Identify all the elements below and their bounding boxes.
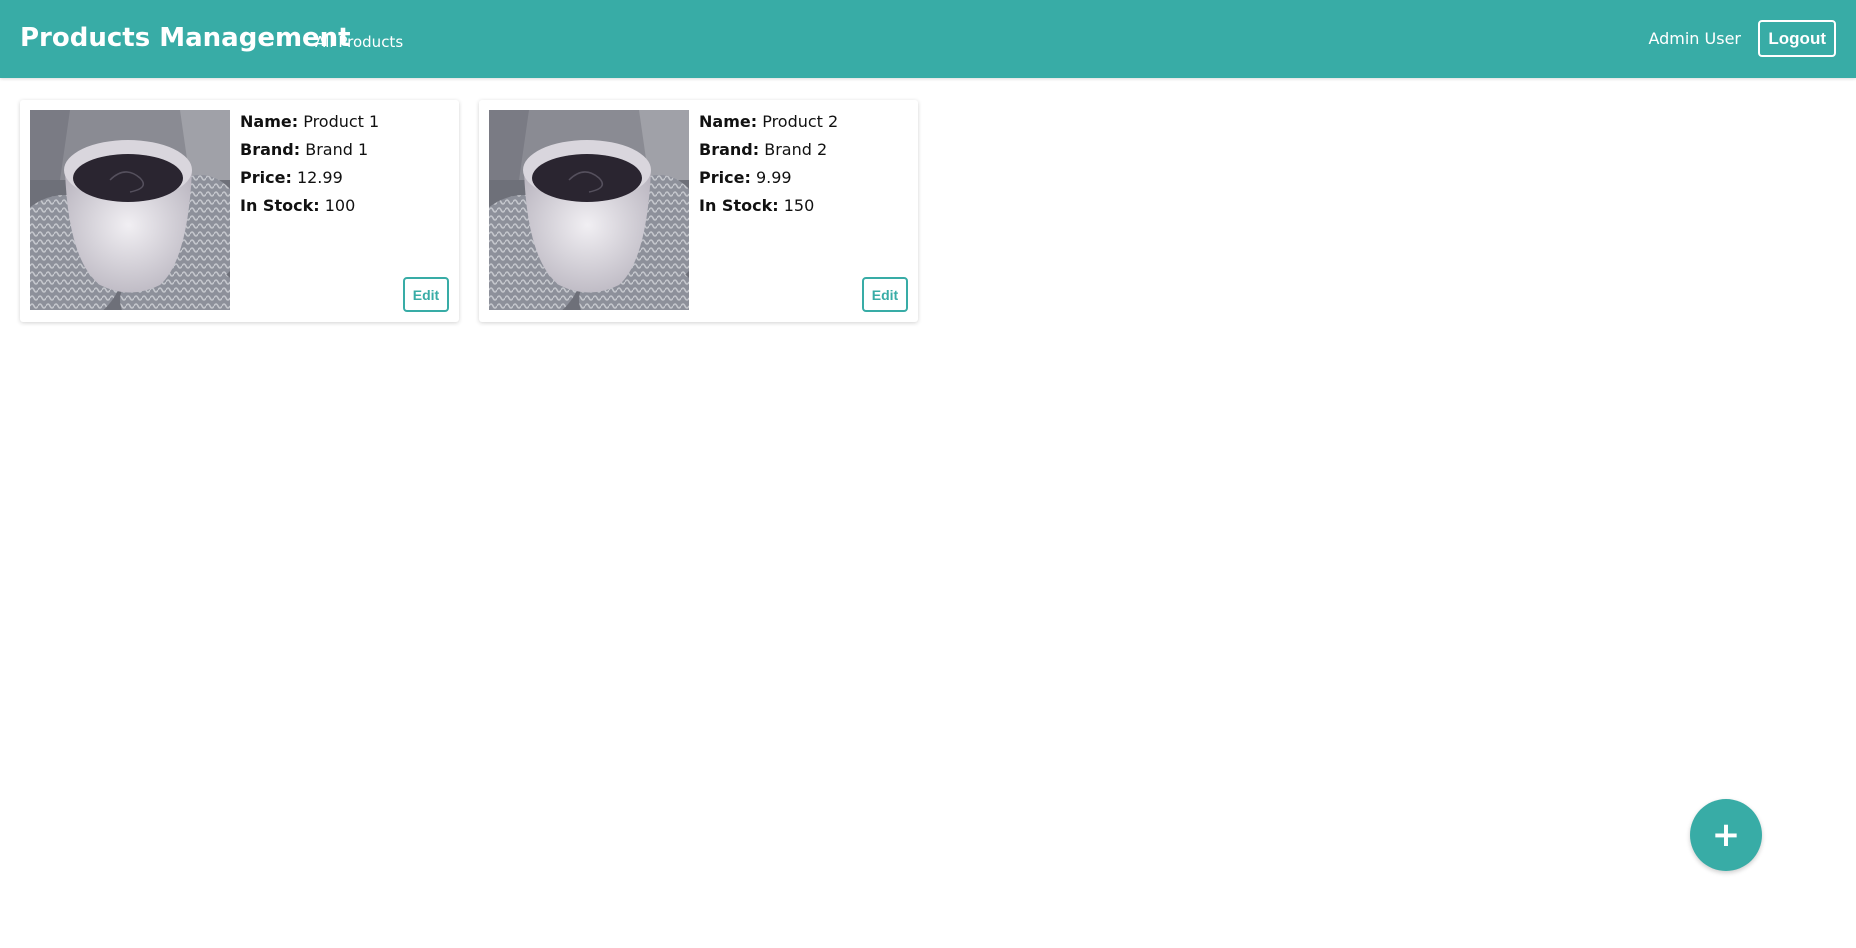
edit-button[interactable]: Edit (862, 277, 908, 312)
product-card: Name: Product 1 Brand: Brand 1 Price: 12… (20, 100, 459, 322)
product-name: Product 2 (762, 112, 839, 131)
plus-icon: + (1711, 815, 1741, 855)
user-name: Admin User (1648, 29, 1741, 48)
product-brand: Brand 1 (305, 140, 369, 159)
name-label: Name: (699, 112, 758, 131)
product-details: Name: Product 2 Brand: Brand 2 Price: 9.… (699, 108, 838, 220)
product-brand: Brand 2 (764, 140, 828, 159)
name-label: Name: (240, 112, 299, 131)
product-price: 12.99 (296, 168, 343, 187)
product-details: Name: Product 1 Brand: Brand 1 Price: 12… (240, 108, 379, 220)
stock-label: In Stock: (240, 196, 320, 215)
product-stock: 100 (324, 196, 356, 215)
brand-label: Brand: (240, 140, 301, 159)
product-name-row: Name: Product 1 (240, 108, 379, 136)
app-header: Products Management All Products Admin U… (0, 0, 1856, 78)
logout-button[interactable]: Logout (1758, 20, 1836, 57)
product-stock-row: In Stock: 100 (240, 192, 379, 220)
coffee-cup-photo (30, 110, 230, 310)
stock-label: In Stock: (699, 196, 779, 215)
product-image (489, 110, 689, 310)
coffee-cup-photo (489, 110, 689, 310)
app-title: Products Management (20, 23, 351, 53)
product-price: 9.99 (755, 168, 792, 187)
product-brand-row: Brand: Brand 1 (240, 136, 379, 164)
nav-link-all-products[interactable]: All Products (315, 33, 403, 51)
price-label: Price: (240, 168, 292, 187)
product-name-row: Name: Product 2 (699, 108, 838, 136)
product-price-row: Price: 9.99 (699, 164, 838, 192)
product-stock: 150 (783, 196, 815, 215)
product-name: Product 1 (303, 112, 380, 131)
add-product-button[interactable]: + (1690, 799, 1762, 871)
brand-label: Brand: (699, 140, 760, 159)
product-card: Name: Product 2 Brand: Brand 2 Price: 9.… (479, 100, 918, 322)
edit-button[interactable]: Edit (403, 277, 449, 312)
product-image (30, 110, 230, 310)
product-brand-row: Brand: Brand 2 (699, 136, 838, 164)
price-label: Price: (699, 168, 751, 187)
product-stock-row: In Stock: 150 (699, 192, 838, 220)
product-price-row: Price: 12.99 (240, 164, 379, 192)
